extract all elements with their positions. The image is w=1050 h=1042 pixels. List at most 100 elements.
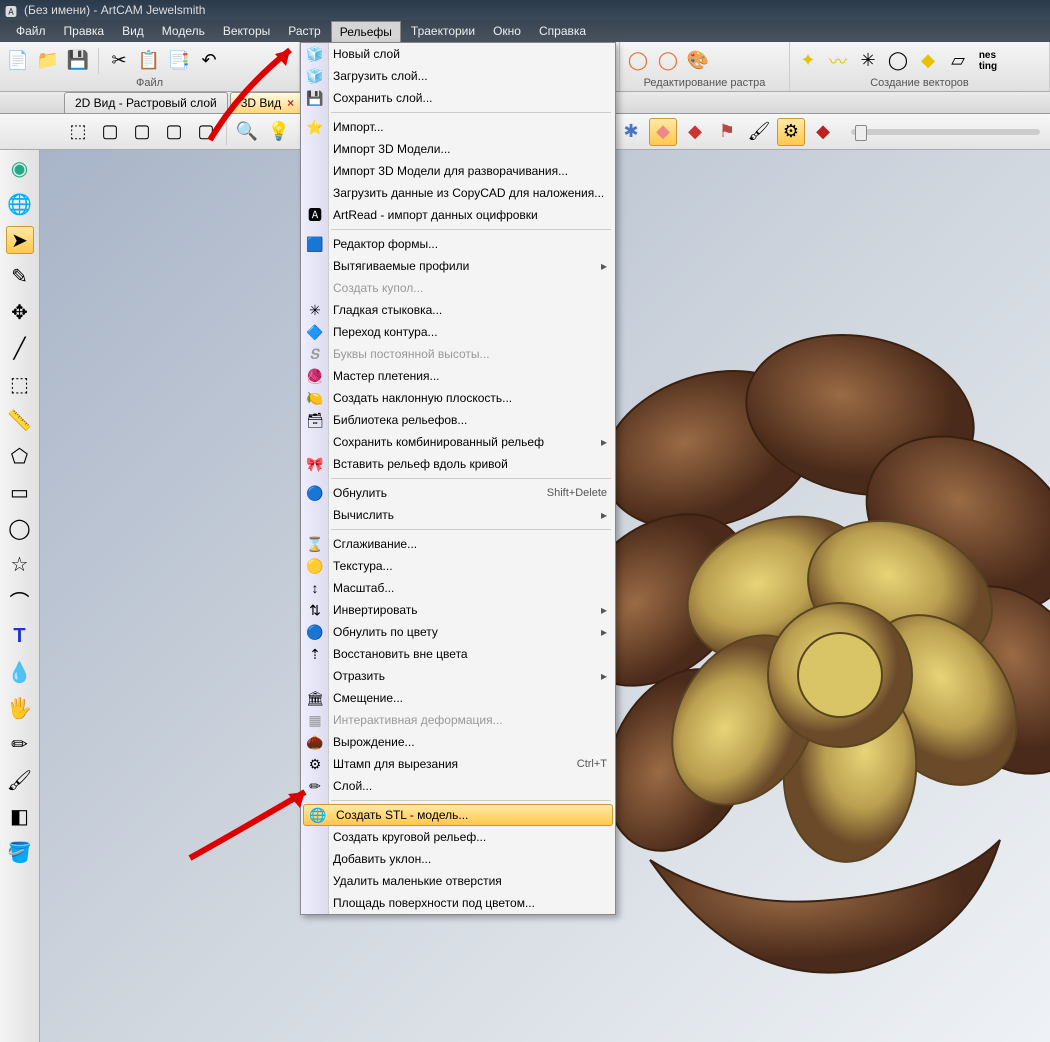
select-cursor-icon[interactable]: ➤ (6, 226, 34, 254)
open-icon[interactable]: 📁 (36, 48, 60, 74)
menu-item-28[interactable]: ⇅Инвертировать▸ (301, 599, 615, 621)
menu-view[interactable]: Вид (114, 21, 152, 41)
menu-item-36[interactable]: ✏Слой... (301, 775, 615, 797)
menu-item-38[interactable]: 🌐Создать STL - модель... (303, 804, 613, 826)
ellipse-icon[interactable]: ◯ (6, 514, 34, 542)
save-icon[interactable]: 💾 (66, 48, 90, 74)
cube-iso-icon[interactable]: ⬚ (64, 118, 92, 146)
menu-item-26[interactable]: 🟡Текстура... (301, 555, 615, 577)
eraser-icon[interactable]: ◧ (6, 802, 34, 830)
globe-icon[interactable]: 🌐 (6, 190, 34, 218)
menu-toolpaths[interactable]: Траектории (403, 21, 483, 41)
menu-item-2[interactable]: 💾Сохранить слой... (301, 87, 615, 109)
zoom-in-icon[interactable]: 🔍 (233, 118, 261, 146)
polygon-icon[interactable]: ⬠ (6, 442, 34, 470)
zoom-circle-icon[interactable]: ◉ (6, 154, 34, 182)
nesting-icon[interactable]: nesting (976, 48, 1000, 74)
menu-item-30[interactable]: ⇡Восстановить вне цвета (301, 643, 615, 665)
menu-item-4[interactable]: ⭐Импорт... (301, 116, 615, 138)
raster-tool2-icon[interactable]: ◯ (656, 48, 680, 74)
bucket-icon[interactable]: 🪣 (6, 838, 34, 866)
menu-item-1[interactable]: 🧊Загрузить слой... (301, 65, 615, 87)
menu-item-25[interactable]: ⌛Сглаживание... (301, 533, 615, 555)
close-tab-icon[interactable]: × (287, 96, 294, 110)
smudge-icon[interactable]: 🖐 (6, 694, 34, 722)
cut-icon[interactable]: ✂ (107, 48, 131, 74)
rectangle-icon[interactable]: ▭ (6, 478, 34, 506)
layer2-icon[interactable]: ◆ (681, 118, 709, 146)
menu-item-7[interactable]: Загрузить данные из CopyCAD для наложени… (301, 182, 615, 204)
tab-2d-view[interactable]: 2D Вид - Растровый слой (64, 92, 228, 113)
menu-item-22[interactable]: 🔵ОбнулитьShift+Delete (301, 482, 615, 504)
menu-item-42[interactable]: Площадь поверхности под цветом... (301, 892, 615, 914)
menu-item-19[interactable]: Сохранить комбинированный рельеф▸ (301, 431, 615, 453)
vec5-icon[interactable]: ◆ (916, 48, 940, 74)
arc-icon[interactable]: ⌒ (6, 586, 34, 614)
menu-model[interactable]: Модель (154, 21, 213, 41)
menu-item-41[interactable]: Удалить маленькие отверстия (301, 870, 615, 892)
menu-item-10[interactable]: 🟦Редактор формы... (301, 233, 615, 255)
pencil-icon[interactable]: ✏ (6, 730, 34, 758)
menu-item-8[interactable]: 🅰ArtRead - импорт данных оцифровки (301, 204, 615, 226)
menu-item-11[interactable]: Вытягиваемые профили▸ (301, 255, 615, 277)
menu-item-18[interactable]: 🗃Библиотека рельефов... (301, 409, 615, 431)
cube-side-icon[interactable]: ▢ (128, 118, 156, 146)
raster-tool1-icon[interactable]: ◯ (626, 48, 650, 74)
ruler-icon[interactable]: 📏 (6, 406, 34, 434)
shape2-icon[interactable]: ⬚ (6, 370, 34, 398)
layer1-icon[interactable]: ◆ (649, 118, 677, 146)
vec4-icon[interactable]: ◯ (886, 48, 910, 74)
menu-item-5[interactable]: Импорт 3D Модели... (301, 138, 615, 160)
vec6-icon[interactable]: ▱ (946, 48, 970, 74)
menu-help[interactable]: Справка (531, 21, 594, 41)
menu-window[interactable]: Окно (485, 21, 529, 41)
menu-item-35[interactable]: ⚙Штамп для вырезанияCtrl+T (301, 753, 615, 775)
menu-item-31[interactable]: Отразить▸ (301, 665, 615, 687)
drop-icon[interactable]: 💧 (6, 658, 34, 686)
wheel-icon[interactable]: ⚙ (777, 118, 805, 146)
menu-file[interactable]: Файл (8, 21, 54, 41)
star-tool-icon[interactable]: ☆ (6, 550, 34, 578)
cube-top-icon[interactable]: ▢ (160, 118, 188, 146)
flag-icon[interactable]: ⚑ (713, 118, 741, 146)
menu-item-6[interactable]: Импорт 3D Модели для разворачивания... (301, 160, 615, 182)
menu-item-23[interactable]: Вычислить▸ (301, 504, 615, 526)
menu-item-14[interactable]: 🔷Переход контура... (301, 321, 615, 343)
menu-item-40[interactable]: Добавить уклон... (301, 848, 615, 870)
vec2-icon[interactable]: 〰 (826, 48, 850, 74)
menu-item-0[interactable]: 🧊Новый слой (301, 43, 615, 65)
menu-item-20[interactable]: 🎀Вставить рельеф вдоль кривой (301, 453, 615, 475)
paste-icon[interactable]: 📑 (167, 48, 191, 74)
raster-tool3-icon[interactable]: 🎨 (686, 48, 710, 74)
undo-icon[interactable]: ↶ (197, 48, 221, 74)
brush2-icon[interactable]: 🖌 (6, 766, 34, 794)
opacity-slider[interactable] (851, 129, 1040, 135)
text-icon[interactable]: T (6, 622, 34, 650)
menu-item-13[interactable]: ✳Гладкая стыковка... (301, 299, 615, 321)
star-icon[interactable]: ✱ (617, 118, 645, 146)
menu-item-27[interactable]: ↕Масштаб... (301, 577, 615, 599)
menu-item-29[interactable]: 🔵Обнулить по цвету▸ (301, 621, 615, 643)
menu-item-39[interactable]: Создать круговой рельеф... (301, 826, 615, 848)
menu-item-17[interactable]: 🍋Создать наклонную плоскость... (301, 387, 615, 409)
menu-raster[interactable]: Растр (280, 21, 328, 41)
cube-persp-icon[interactable]: ▢ (192, 118, 220, 146)
move-icon[interactable]: ✥ (6, 298, 34, 326)
copy-icon[interactable]: 📋 (137, 48, 161, 74)
new-icon[interactable]: 📄 (6, 48, 30, 74)
bulb-icon[interactable]: 💡 (265, 118, 293, 146)
menu-item-32[interactable]: 🏛Смещение... (301, 687, 615, 709)
vec1-icon[interactable]: ✦ (796, 48, 820, 74)
tab-3d-view[interactable]: 3D Вид× (230, 92, 305, 113)
menu-item-16[interactable]: 🧶Мастер плетения... (301, 365, 615, 387)
diamond-icon[interactable]: ◆ (809, 118, 837, 146)
cube-front-icon[interactable]: ▢ (96, 118, 124, 146)
pen-cursor-icon[interactable]: ✎ (6, 262, 34, 290)
vec3-icon[interactable]: ✳ (856, 48, 880, 74)
menu-vectors[interactable]: Векторы (215, 21, 278, 41)
menu-reliefs[interactable]: Рельефы (331, 21, 401, 42)
line-icon[interactable]: ╱ (6, 334, 34, 362)
menu-item-34[interactable]: 🌰Вырождение... (301, 731, 615, 753)
menu-edit[interactable]: Правка (56, 21, 113, 41)
brush-icon[interactable]: 🖌 (745, 118, 773, 146)
